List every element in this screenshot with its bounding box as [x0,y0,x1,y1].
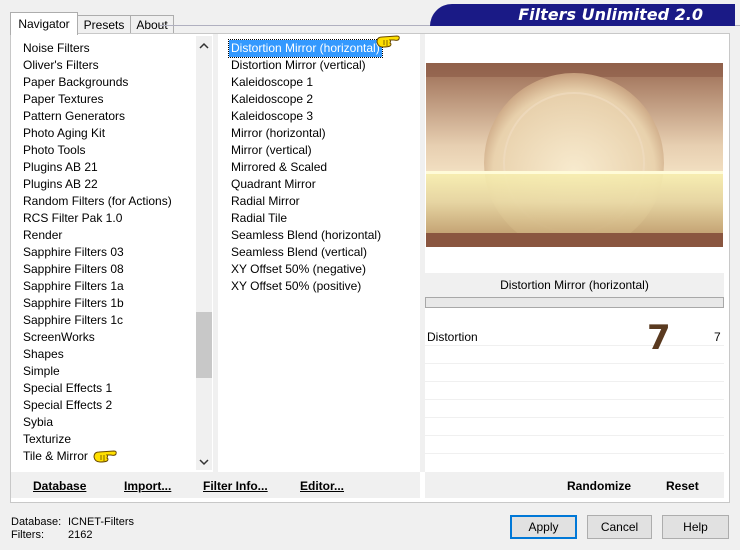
category-item[interactable]: Sybia [23,414,53,431]
param-row-divider [425,345,724,346]
preview-image [426,63,723,247]
category-item[interactable]: Plugins AB 21 [23,159,98,176]
param-row-divider [425,417,724,418]
category-item[interactable]: Tile & Mirror [23,448,88,465]
param-row-divider [425,381,724,382]
filter-item[interactable]: XY Offset 50% (negative) [231,261,366,278]
help-button[interactable]: Help [662,515,729,539]
status-filters-value: 2162 [68,529,93,541]
category-item[interactable]: Oliver's Filters [23,57,99,74]
param-row-divider [425,453,724,454]
filter-item[interactable]: Distortion Mirror (vertical) [231,57,366,74]
filter-list[interactable]: Distortion Mirror (horizontal) Distortion… [219,34,419,470]
param-row-divider [425,399,724,400]
list-separator [213,34,218,472]
filter-item[interactable]: Mirrored & Scaled [231,159,327,176]
preview-filter-name: Distortion Mirror (horizontal) [425,273,724,297]
category-item[interactable]: Texturize [23,431,71,448]
filter-item[interactable]: Mirror (horizontal) [231,125,326,142]
apply-button[interactable]: Apply [510,515,577,539]
category-item[interactable]: Special Effects 1 [23,380,112,397]
category-item[interactable]: Simple [23,363,60,380]
filter-item[interactable]: Kaleidoscope 3 [231,108,313,125]
filter-item[interactable]: Radial Tile [231,210,287,227]
cancel-button[interactable]: Cancel [587,515,652,539]
filter-info-button[interactable]: Filter Info... [203,479,268,493]
category-item[interactable]: Sapphire Filters 03 [23,244,124,261]
randomize-button[interactable]: Randomize [567,479,631,493]
category-list[interactable]: Noise Filters Oliver's Filters Paper Backg… [10,34,212,470]
filter-item[interactable]: Distortion Mirror (horizontal) [228,39,383,58]
category-item[interactable]: Paper Textures [23,91,104,108]
filter-item[interactable]: Quadrant Mirror [231,176,316,193]
tab-presets[interactable]: Presets [76,15,132,34]
database-button[interactable]: Database [33,479,86,493]
banner-title: Filters Unlimited 2.0 [518,5,703,24]
param-row-divider [425,363,724,364]
scroll-up-icon[interactable] [196,38,212,54]
category-item[interactable]: Sapphire Filters 1a [23,278,124,295]
scroll-thumb[interactable] [196,312,212,378]
filter-item[interactable]: Kaleidoscope 2 [231,91,313,108]
param-value-distortion[interactable]: 7 [714,330,721,344]
filter-item[interactable]: Seamless Blend (horizontal) [231,227,381,244]
import-button[interactable]: Import... [124,479,171,493]
preview-separator [420,34,425,472]
category-item[interactable]: Random Filters (for Actions) [23,193,172,210]
status-filters: Filters: 2162 [11,529,92,542]
pointing-hand-icon [376,35,400,48]
status-database-value: ICNET-Filters [68,516,134,528]
category-item[interactable]: Pattern Generators [23,108,125,125]
param-label-distortion: Distortion [427,330,478,344]
editor-button[interactable]: Editor... [300,479,344,493]
category-item[interactable]: Sapphire Filters 08 [23,261,124,278]
status-filters-label: Filters: [11,529,44,541]
status-database: Database: ICNET-Filters [11,516,134,529]
category-item[interactable]: Plugins AB 22 [23,176,98,193]
scroll-down-icon[interactable] [196,454,212,470]
preview-progress-bar [425,297,724,308]
filter-item[interactable]: Seamless Blend (vertical) [231,244,367,261]
tab-navigator[interactable]: Navigator [10,12,78,35]
reset-button[interactable]: Reset [666,479,699,493]
category-item[interactable]: Sapphire Filters 1c [23,312,123,329]
category-item[interactable]: Noise Filters [23,40,90,57]
pointing-hand-icon [93,450,117,463]
category-item[interactable]: Render [23,227,62,244]
category-item[interactable]: Sapphire Filters 1b [23,295,124,312]
filter-item[interactable]: Mirror (vertical) [231,142,312,159]
category-item[interactable]: ScreenWorks [23,329,95,346]
category-item[interactable]: Photo Aging Kit [23,125,105,142]
status-database-label: Database: [11,516,62,528]
category-scrollbar[interactable] [196,36,212,470]
category-item[interactable]: Paper Backgrounds [23,74,128,91]
annotation-number: 7 [647,318,671,358]
filter-item[interactable]: Radial Mirror [231,193,300,210]
param-row-divider [425,435,724,436]
filter-item[interactable]: Kaleidoscope 1 [231,74,313,91]
category-item[interactable]: Special Effects 2 [23,397,112,414]
category-item[interactable]: Shapes [23,346,64,363]
title-banner: Filters Unlimited 2.0 [430,4,735,26]
category-item[interactable]: RCS Filter Pak 1.0 [23,210,122,227]
filter-item[interactable]: XY Offset 50% (positive) [231,278,361,295]
category-item[interactable]: Photo Tools [23,142,86,159]
